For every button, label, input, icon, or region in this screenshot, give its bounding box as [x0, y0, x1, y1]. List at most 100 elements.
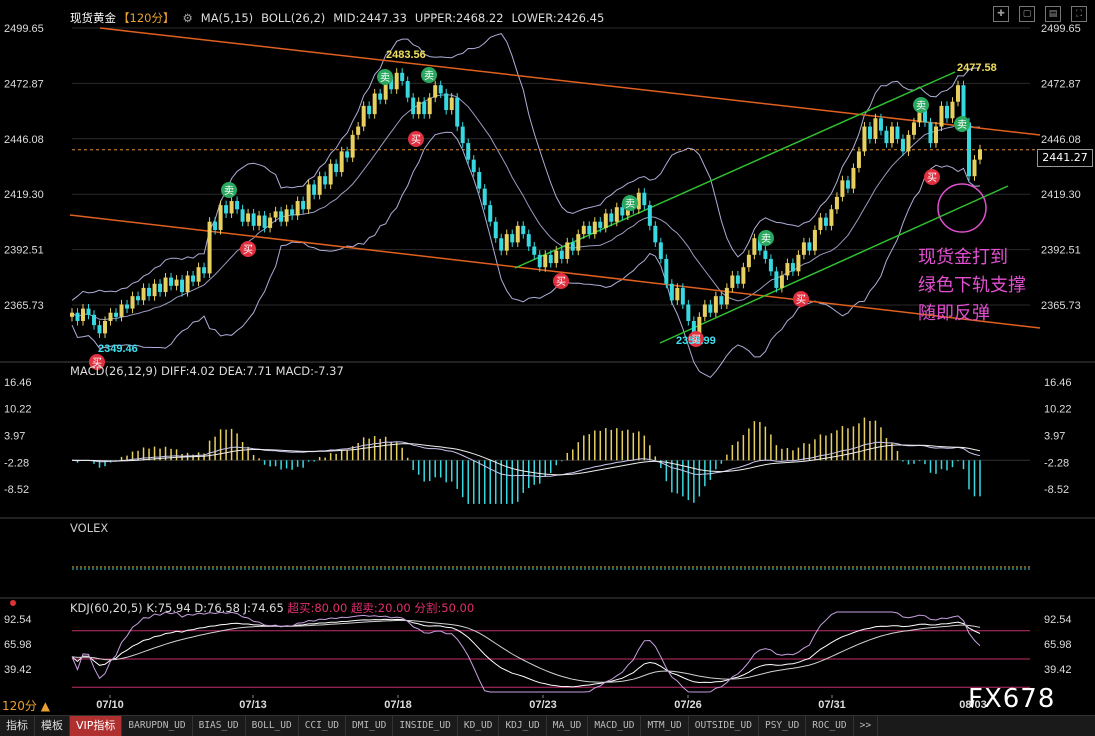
candle-body: [642, 192, 647, 206]
tab-ma[interactable]: MA_UD: [547, 716, 589, 736]
settings-icon[interactable]: ⚙: [182, 11, 192, 25]
price-tick-right: 2472.87: [1041, 78, 1081, 90]
price-tick-left: 2472.87: [4, 78, 44, 90]
candle-body: [229, 201, 234, 214]
period-selector[interactable]: 120分 ▲: [2, 697, 50, 714]
kdj-d-line: [71, 619, 981, 683]
tab-macd[interactable]: MACD_UD: [588, 716, 642, 736]
chart-header: 现货黄金 【120分】 ⚙ MA(5,15) BOLL(26,2) MID:2447.33…: [0, 0, 1095, 34]
candle-body: [240, 209, 245, 222]
candle-body: [207, 221, 212, 274]
macd-panel[interactable]: [71, 417, 1030, 504]
candle-body: [103, 320, 108, 334]
candle-body: [246, 213, 251, 222]
candle-body: [114, 312, 119, 317]
macd-diff: DIFF:4.02: [161, 364, 216, 378]
macd-value: MACD:-7.37: [275, 364, 344, 378]
candlesticks[interactable]: [70, 68, 982, 338]
tab-inside[interactable]: INSIDE_UD: [393, 716, 458, 736]
tab-vip-indicators[interactable]: VIP指标: [70, 716, 123, 736]
candle-body: [537, 254, 542, 268]
candle-body: [933, 126, 938, 144]
tab-roc[interactable]: ROC_UD: [806, 716, 854, 736]
tab-psy[interactable]: PSY_UD: [759, 716, 807, 736]
tab-mtm[interactable]: MTM_UD: [641, 716, 689, 736]
bollinger-bands: [71, 33, 981, 379]
window-icon[interactable]: ▢: [1019, 6, 1035, 22]
volex-label: VOLEX: [70, 521, 109, 535]
crosshair-icon[interactable]: ✚: [993, 6, 1009, 22]
candle-body: [801, 242, 806, 255]
period-label[interactable]: 【120分】: [118, 11, 174, 25]
candle-body: [829, 209, 834, 226]
kdj-panel[interactable]: [71, 611, 1030, 693]
candle-body: [889, 126, 894, 144]
candle-body: [955, 85, 960, 102]
kdj-oversold: 超卖:20.00: [350, 601, 411, 615]
candle-body: [427, 97, 432, 115]
macd-readout: MACD(26,12,9) DIFF:4.02 DEA:7.71 MACD:-7…: [70, 364, 344, 378]
sell-signal-label: 卖: [916, 100, 926, 112]
date-tick: 07/26: [674, 699, 702, 711]
candle-body: [328, 163, 333, 185]
candle-body: [620, 207, 625, 216]
candle-body: [653, 225, 658, 243]
candle-body: [163, 277, 168, 293]
candle-body: [774, 271, 779, 288]
candle-body: [884, 130, 889, 144]
candle-body: [339, 151, 344, 173]
kdj-d: D:76.58: [194, 601, 240, 615]
candle-body: [658, 242, 663, 259]
candle-body: [614, 207, 619, 222]
candle-body: [609, 213, 614, 222]
candle-body: [812, 229, 817, 251]
boll-label: BOLL(26,2): [261, 11, 326, 25]
candle-body: [257, 215, 262, 226]
candle-body: [950, 101, 955, 119]
date-tick: 07/13: [239, 699, 267, 711]
price-annotation: 2483.56: [386, 49, 426, 61]
alert-dot-icon[interactable]: [10, 600, 16, 606]
candle-body: [460, 126, 465, 144]
note-line-2: 绿色下轨支撑: [918, 275, 1026, 296]
tab-boll[interactable]: BOLL_UD: [246, 716, 299, 736]
candle-body: [455, 97, 460, 127]
candle-body: [334, 163, 339, 173]
tab-more[interactable]: >>: [854, 716, 879, 736]
candle-body: [158, 283, 163, 293]
candle-body: [587, 225, 592, 235]
tab-dmi[interactable]: DMI_UD: [346, 716, 394, 736]
tab-kd[interactable]: KD_UD: [458, 716, 500, 736]
candle-body: [477, 172, 482, 189]
candle-body: [323, 176, 328, 185]
candle-body: [75, 312, 80, 321]
maximize-icon[interactable]: ⛶: [1071, 6, 1087, 22]
candle-body: [944, 105, 949, 119]
tab-outside[interactable]: OUTSIDE_UD: [689, 716, 759, 736]
tab-indicators[interactable]: 指标: [0, 716, 35, 736]
tab-bias[interactable]: BIAS_UD: [193, 716, 246, 736]
candle-body: [92, 314, 97, 326]
tab-barupdn[interactable]: BARUPDN_UD: [122, 716, 193, 736]
price-annotation: 2353.99: [676, 335, 716, 347]
candle-body: [966, 122, 971, 177]
price-tick-right: 2419.30: [1041, 189, 1081, 201]
macd-tick-left: 3.97: [4, 431, 25, 443]
tab-kdj[interactable]: KDJ_UD: [499, 716, 547, 736]
candle-body: [752, 238, 757, 255]
candle-body: [493, 221, 498, 239]
layout-icon[interactable]: ▤: [1045, 6, 1061, 22]
macd-dea: DEA:7.71: [218, 364, 273, 378]
tab-templates[interactable]: 模板: [35, 716, 70, 736]
candle-body: [488, 205, 493, 222]
candle-body: [444, 93, 449, 111]
macd-dea-line: [72, 443, 981, 476]
candle-body: [119, 304, 124, 317]
boll-lower: LOWER:2426.45: [511, 11, 605, 25]
highlight-circle: [937, 183, 987, 233]
candle-body: [416, 101, 421, 115]
symbol-name[interactable]: 现货黄金: [70, 11, 116, 25]
tab-cci[interactable]: CCI_UD: [299, 716, 347, 736]
candle-body: [411, 97, 416, 115]
candle-body: [499, 238, 504, 251]
